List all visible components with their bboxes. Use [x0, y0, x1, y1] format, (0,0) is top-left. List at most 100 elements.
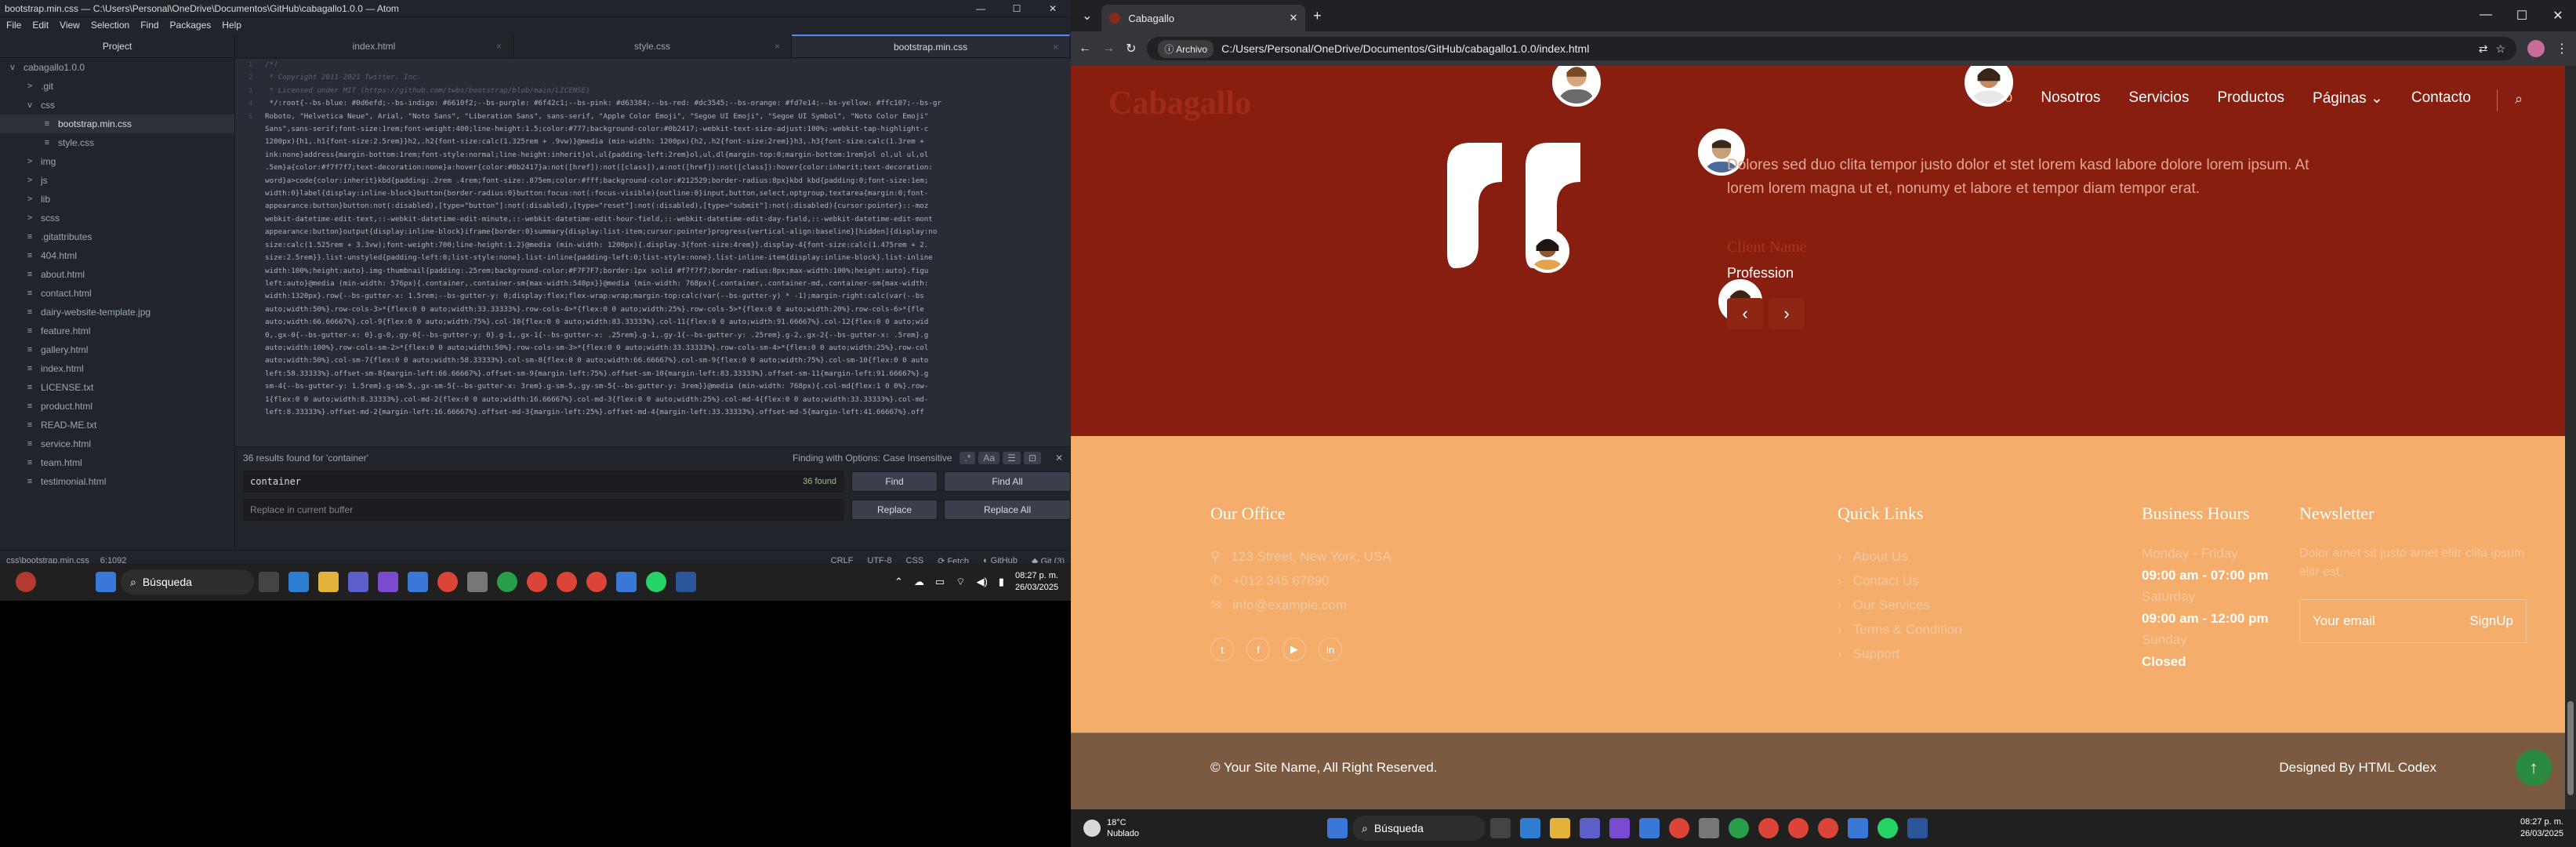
find-button[interactable]: Find [851, 471, 938, 492]
back-to-top-button[interactable]: ↑ [2516, 750, 2552, 786]
clock[interactable]: 08:27 p. m. 26/03/2025 [2520, 816, 2563, 840]
edge-icon[interactable] [288, 572, 309, 592]
tab-index-html[interactable]: index.html × [235, 35, 513, 57]
whatsapp-icon[interactable] [1877, 818, 1898, 838]
tree-item[interactable]: ≡ bootstrap.min.css [0, 115, 234, 133]
task-view-icon[interactable] [259, 572, 279, 592]
file-explorer-icon[interactable] [318, 572, 339, 592]
windows-start-icon[interactable] [96, 572, 116, 592]
nav-servicios[interactable]: Servicios [2128, 89, 2189, 107]
maximize-icon[interactable]: ☐ [2504, 8, 2540, 24]
cloud-icon[interactable]: ☁ [914, 576, 924, 588]
close-icon[interactable]: ✕ [2540, 8, 2576, 24]
close-icon[interactable]: ✕ [1055, 453, 1063, 463]
file-scheme-badge[interactable]: ⓘ Archivo [1158, 39, 1214, 58]
footer-link-contact[interactable]: › Contact Us [1838, 569, 1962, 593]
volume-icon[interactable]: ◀) [976, 576, 987, 588]
tree-item[interactable]: ≡ team.html [0, 453, 234, 472]
designed-by-text[interactable]: Designed By HTML Codex [2279, 760, 2436, 776]
newsletter-email-input[interactable] [2313, 613, 2454, 629]
tree-item[interactable]: ≡ service.html [0, 434, 234, 453]
page-scrollbar[interactable] [2565, 66, 2576, 809]
calculator-icon[interactable] [1847, 818, 1868, 838]
minimize-icon[interactable]: — [963, 3, 999, 14]
nav-nosotros[interactable]: Nosotros [2041, 89, 2100, 107]
nav-contacto[interactable]: Contacto [2411, 89, 2471, 107]
scrollbar-thumb[interactable] [2567, 701, 2574, 795]
facebook-icon[interactable]: f [1246, 638, 1270, 661]
tree-item[interactable]: ≡ testimonial.html [0, 472, 234, 491]
linkedin-icon[interactable]: in [1319, 638, 1342, 661]
code-text[interactable]: /*! * Copyright 2011-2021 Twitter, Inc. … [265, 59, 1065, 446]
edge-icon[interactable] [1519, 818, 1540, 838]
tree-item[interactable]: ≡ contact.html [0, 284, 234, 303]
tree-item[interactable]: ≡ product.html [0, 397, 234, 416]
monitor-icon[interactable]: ▭ [935, 576, 945, 588]
menu-find[interactable]: Find [140, 20, 158, 31]
file-explorer-icon[interactable] [1549, 818, 1570, 838]
tab-bootstrap-min-css[interactable]: bootstrap.min.css × [792, 35, 1070, 57]
regex-toggle-icon[interactable]: .* [960, 452, 976, 464]
teams-icon[interactable] [348, 572, 368, 592]
browser-tab-cabagallo[interactable]: Cabagallo ✕ [1101, 5, 1306, 31]
new-tab-icon[interactable]: + [1305, 8, 1329, 24]
carousel-prev-button[interactable]: ‹ [1727, 298, 1763, 329]
tree-item[interactable]: v css [0, 96, 234, 115]
copilot-icon[interactable] [378, 572, 398, 592]
chevron-up-icon[interactable]: ⌃ [894, 576, 903, 588]
tree-item[interactable]: > scss [0, 209, 234, 227]
menu-file[interactable]: File [6, 20, 21, 31]
replace-button[interactable]: Replace [851, 500, 938, 520]
close-icon[interactable]: × [496, 41, 502, 52]
tree-item[interactable]: > img [0, 152, 234, 171]
site-brand[interactable]: Cabagallo [1108, 85, 1251, 122]
whole-word-toggle-icon[interactable]: ⊡ [1023, 452, 1041, 464]
carousel-next-button[interactable]: › [1769, 298, 1805, 329]
tree-item[interactable]: ≡ style.css [0, 133, 234, 152]
menu-selection[interactable]: Selection [91, 20, 129, 31]
search-icon[interactable]: ⌕ [2515, 91, 2523, 107]
taskbar-search[interactable]: ⌕ Búsqueda [121, 569, 254, 594]
youtube-icon[interactable]: ▶ [1283, 638, 1306, 661]
weather-widget[interactable]: 18°C Nublado [1083, 817, 1139, 839]
calculator-icon[interactable] [616, 572, 637, 592]
tab-search-icon[interactable]: ⌄ [1082, 8, 1092, 24]
tree-item[interactable]: ≡ feature.html [0, 322, 234, 340]
footer-link-services[interactable]: › Our Services [1838, 593, 1962, 617]
case-toggle-icon[interactable]: Aa [978, 452, 1000, 464]
settings-icon[interactable] [467, 572, 488, 592]
tree-item[interactable]: ≡ dairy-website-template.jpg [0, 303, 234, 322]
tab-style-css[interactable]: style.css × [513, 35, 792, 57]
whatsapp-icon[interactable] [646, 572, 666, 592]
tree-item[interactable]: v cabagallo1.0.0 [0, 58, 234, 77]
close-icon[interactable]: × [1053, 42, 1058, 53]
tree-item[interactable]: > lib [0, 190, 234, 209]
footer-link-support[interactable]: › Support [1838, 642, 1962, 666]
reload-icon[interactable]: ↻ [1126, 41, 1136, 56]
close-icon[interactable]: × [775, 41, 780, 52]
wifi-icon[interactable]: ⌔ [956, 576, 965, 588]
chrome-icon[interactable] [527, 572, 547, 592]
chrome-icon[interactable] [586, 572, 607, 592]
tree-item[interactable]: ≡ about.html [0, 265, 234, 284]
tree-item[interactable]: ≡ LICENSE.txt [0, 378, 234, 397]
taskbar-search[interactable]: ⌕ Búsqueda [1351, 816, 1486, 841]
settings-icon[interactable] [1698, 818, 1719, 838]
close-icon[interactable]: ✕ [1290, 12, 1298, 24]
footer-link-terms[interactable]: › Terms & Condition [1838, 617, 1962, 642]
atom-app-icon[interactable] [1728, 818, 1749, 838]
twitter-icon[interactable]: t [1210, 638, 1234, 661]
minimize-icon[interactable]: — [2468, 8, 2504, 24]
translate-icon[interactable]: ⇄ [2479, 42, 2488, 56]
tree-item[interactable]: > .git [0, 77, 234, 96]
close-icon[interactable]: ✕ [1035, 3, 1071, 14]
store-icon[interactable] [1638, 818, 1660, 838]
word-icon[interactable] [1907, 818, 1928, 838]
clock[interactable]: 08:27 p. m. 26/03/2025 [1015, 570, 1058, 594]
menu-edit[interactable]: Edit [32, 20, 49, 31]
avatar[interactable] [1526, 229, 1569, 273]
find-input[interactable]: container 36 found [243, 471, 844, 493]
chrome-icon[interactable] [1787, 818, 1809, 838]
footer-link-about[interactable]: › About Us [1838, 544, 1962, 569]
code-editor[interactable]: 1 2 3 4 5 /*! * Copyright 2011-2021 Twitter,… [235, 59, 1071, 446]
